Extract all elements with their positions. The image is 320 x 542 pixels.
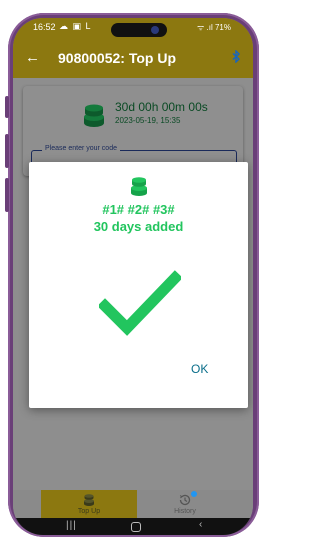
- system-nav-bar: ||| ‹: [13, 518, 253, 535]
- bluetooth-glyph: [232, 49, 241, 64]
- coin-stack-icon: [84, 104, 104, 127]
- camera-cutout: [111, 23, 167, 37]
- phone-side-button: [5, 134, 9, 168]
- bottom-nav: Top Up History: [13, 490, 253, 518]
- coin-stack-icon: [131, 177, 147, 196]
- back-arrow-icon[interactable]: ←: [25, 49, 40, 66]
- phone-screen: 16:52 ☁ ▣ L ᯤ .ıl 71% ← 90800052: Top Up: [13, 18, 253, 535]
- tab-history-label: History: [174, 508, 196, 515]
- remaining-time: 30d 00h 00m 00s: [115, 100, 208, 114]
- status-bar: 16:52 ☁ ▣ L ᯤ .ıl 71%: [13, 18, 253, 40]
- status-notification-icons: ☁ ▣ L: [59, 21, 92, 31]
- tab-top-up[interactable]: Top Up: [41, 490, 137, 518]
- success-dialog: #1# #2# #3# 30 days added OK: [29, 162, 248, 408]
- history-icon: [179, 494, 191, 506]
- code-input-label: Please enter your code: [42, 145, 120, 152]
- status-battery-signal: ᯤ .ıl 71%: [197, 23, 231, 32]
- tab-top-up-label: Top Up: [77, 508, 101, 515]
- notification-badge: [191, 491, 197, 497]
- dialog-message: 30 days added: [93, 219, 184, 234]
- recent-apps-icon[interactable]: |||: [66, 520, 77, 531]
- coin-stack-icon: [84, 494, 94, 506]
- home-icon[interactable]: [131, 522, 141, 532]
- page-title: 90800052: Top Up: [58, 50, 177, 66]
- expiry-date: 2023-05-19, 15:35: [115, 116, 181, 125]
- app-bar: ← 90800052: Top Up: [13, 40, 253, 78]
- dialog-codes: #1# #2# #3#: [102, 202, 175, 217]
- checkmark-icon: [99, 270, 181, 336]
- tab-history[interactable]: History: [137, 490, 233, 518]
- phone-side-button: [5, 96, 9, 118]
- ok-button[interactable]: OK: [191, 362, 208, 376]
- system-back-icon[interactable]: ‹: [199, 519, 202, 530]
- phone-side-button: [5, 178, 9, 212]
- status-time: 16:52: [33, 22, 56, 32]
- bluetooth-icon[interactable]: [232, 49, 241, 66]
- camera-lens-icon: [151, 26, 159, 34]
